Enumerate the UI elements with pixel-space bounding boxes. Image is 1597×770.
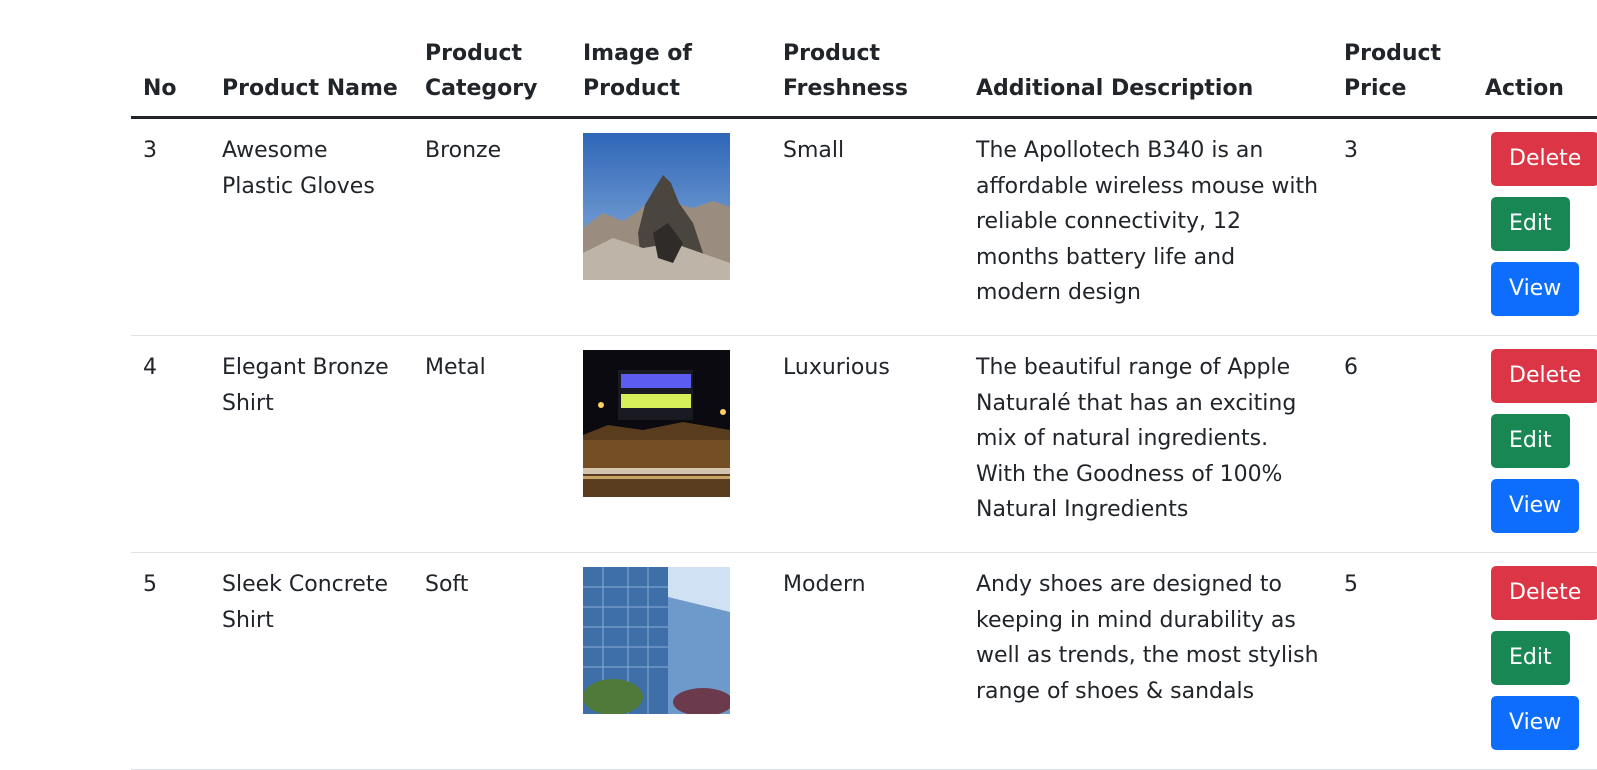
- cell-actions: Delete Edit View: [1473, 335, 1597, 553]
- header-product-freshness: Product Freshness: [771, 24, 964, 119]
- mountain-photo: [583, 133, 730, 280]
- row-actions: Delete Edit View: [1485, 126, 1597, 321]
- cell-product-name: Elegant Bronze Shirt: [210, 335, 413, 553]
- header-additional-description: Additional Description: [964, 24, 1332, 119]
- cell-product-image: [571, 552, 771, 770]
- cell-no: 4: [131, 335, 210, 553]
- cell-product-name: Awesome Plastic Gloves: [210, 117, 413, 336]
- night-building-photo: [583, 350, 730, 497]
- cell-product-name: Sleek Concrete Shirt: [210, 552, 413, 770]
- view-button[interactable]: View: [1491, 262, 1580, 316]
- edit-button[interactable]: Edit: [1491, 197, 1570, 251]
- cell-product-category: Soft: [413, 552, 571, 770]
- cell-product-price: 3: [1332, 117, 1473, 336]
- header-action: Action: [1473, 24, 1597, 119]
- cell-actions: Delete Edit View: [1473, 552, 1597, 770]
- edit-button[interactable]: Edit: [1491, 414, 1570, 468]
- header-image-of-product: Image of Product: [571, 24, 771, 119]
- cell-no: 3: [131, 117, 210, 336]
- cell-product-freshness: Luxurious: [771, 335, 964, 553]
- table-body: 3 Awesome Plastic Gloves Bronze Small Th…: [131, 117, 1597, 770]
- cell-additional-description: The beautiful range of Apple Naturalé th…: [964, 335, 1332, 553]
- header-product-price: Product Price: [1332, 24, 1473, 119]
- delete-button[interactable]: Delete: [1491, 132, 1597, 186]
- product-table-container: No Product Name Product Category Image o…: [131, 24, 1597, 770]
- cell-product-freshness: Small: [771, 117, 964, 336]
- cell-no: 5: [131, 552, 210, 770]
- product-table: No Product Name Product Category Image o…: [131, 24, 1597, 770]
- delete-button[interactable]: Delete: [1491, 349, 1597, 403]
- row-actions: Delete Edit View: [1485, 560, 1597, 755]
- header-no: No: [131, 24, 210, 119]
- table-row: 3 Awesome Plastic Gloves Bronze Small Th…: [131, 117, 1597, 336]
- cell-product-category: Metal: [413, 335, 571, 553]
- cell-product-price: 5: [1332, 552, 1473, 770]
- view-button[interactable]: View: [1491, 479, 1580, 533]
- row-actions: Delete Edit View: [1485, 343, 1597, 538]
- table-row: 5 Sleek Concrete Shirt Soft Modern Andy …: [131, 552, 1597, 770]
- header-row: No Product Name Product Category Image o…: [131, 24, 1597, 119]
- cell-product-freshness: Modern: [771, 552, 964, 770]
- view-button[interactable]: View: [1491, 696, 1580, 750]
- cell-product-price: 6: [1332, 335, 1473, 553]
- cell-additional-description: The Apollotech B340 is an affordable wir…: [964, 117, 1332, 336]
- glass-building-photo: [583, 567, 730, 714]
- edit-button[interactable]: Edit: [1491, 631, 1570, 685]
- header-product-category: Product Category: [413, 24, 571, 119]
- cell-actions: Delete Edit View: [1473, 117, 1597, 336]
- delete-button[interactable]: Delete: [1491, 566, 1597, 620]
- cell-product-image: [571, 335, 771, 553]
- cell-product-category: Bronze: [413, 117, 571, 336]
- cell-product-image: [571, 117, 771, 336]
- cell-additional-description: Andy shoes are designed to keeping in mi…: [964, 552, 1332, 770]
- table-header: No Product Name Product Category Image o…: [131, 24, 1597, 119]
- header-product-name: Product Name: [210, 24, 413, 119]
- table-row: 4 Elegant Bronze Shirt Metal Luxurious T…: [131, 335, 1597, 553]
